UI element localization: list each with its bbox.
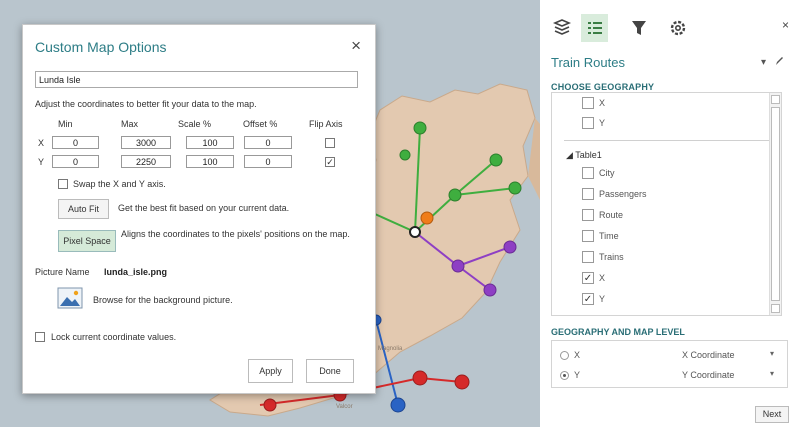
geography-map-level-box: X X Coordinate ▾ Y Y Coordinate ▾ [551,340,788,388]
geo-row-y: Y Y Coordinate ▾ [560,369,782,383]
geo-radio-y[interactable] [560,371,569,380]
field-item[interactable]: Y [582,117,605,129]
field-checkbox[interactable] [582,209,594,221]
chevron-down-icon[interactable]: ▾ [770,349,774,358]
divider [564,140,772,141]
field-label: Passengers [599,189,647,199]
auto-fit-button[interactable]: Auto Fit [58,199,109,219]
scrollbar-thumb[interactable] [771,107,780,301]
field-label: Y [599,294,606,304]
x-scale-field[interactable] [186,136,234,149]
field-checkbox[interactable] [582,188,594,200]
scroll-up-button[interactable] [771,95,780,104]
swap-axis-checkbox[interactable] [58,179,68,189]
custom-map-options-dialog: Custom Map Options × Adjust the coordina… [22,24,376,394]
max-column-header: Max [121,119,139,129]
field-label: Y [599,118,606,128]
offset-column-header: Offset % [243,119,278,129]
auto-fit-description: Get the best fit based on your current d… [118,203,290,213]
y-scale-field[interactable] [186,155,234,168]
field-checkbox[interactable] [582,117,594,129]
map-name-input[interactable] [35,71,358,88]
field-label: X [599,98,606,108]
geo-type-select[interactable]: X Coordinate [682,350,735,360]
close-icon[interactable]: × [351,36,361,56]
layers-icon[interactable] [550,16,574,40]
picture-name-value: lunda_isle.png [104,267,168,277]
picture-name-label: Picture Name [35,267,90,277]
lock-coordinates-label: Lock current coordinate values. [51,332,177,342]
chevron-down-icon[interactable]: ▾ [761,57,766,68]
field-list: X Y ◢ Table1 City Passengers Route Time … [551,92,782,316]
apply-button[interactable]: Apply [248,359,293,383]
chevron-down-icon[interactable]: ▾ [770,369,774,378]
geography-map-level-header: GEOGRAPHY AND MAP LEVEL [551,327,685,337]
field-item[interactable]: ✓ Y [582,293,605,305]
dialog-title: Custom Map Options [35,39,167,55]
field-item[interactable]: X [582,97,605,109]
field-item[interactable]: City [582,167,615,179]
y-flip-checkbox[interactable]: ✓ [325,157,335,167]
field-checkbox[interactable] [582,97,594,109]
choose-geography-header: CHOOSE GEOGRAPHY [551,82,655,92]
scale-column-header: Scale % [178,119,212,129]
geo-radio-x[interactable] [560,351,569,360]
image-icon[interactable] [57,287,83,309]
y-max-field[interactable] [121,155,171,168]
field-label: X [599,273,606,283]
geo-type-select[interactable]: Y Coordinate [682,370,734,380]
scroll-down-button[interactable] [771,304,780,313]
tab-field-list[interactable] [581,14,608,42]
pixel-space-description: Aligns the coordinates to the pixels' po… [121,229,350,239]
map-place-label: Valcor [336,404,353,410]
next-button[interactable]: Next [755,406,789,423]
field-label: City [599,168,615,178]
y-min-field[interactable] [52,155,99,168]
scrollbar[interactable] [769,93,781,315]
field-list-icon [588,22,602,34]
field-item[interactable]: Passengers [582,188,647,200]
field-checkbox[interactable] [582,251,594,263]
x-max-field[interactable] [121,136,171,149]
geo-field-label: Y [574,370,581,380]
y-offset-field[interactable] [244,155,292,168]
x-min-field[interactable] [52,136,99,149]
geo-row-x: X X Coordinate ▾ [560,349,782,363]
y-row-label: Y [38,157,45,167]
map-place-label: Magnolia [378,346,403,352]
x-offset-field[interactable] [244,136,292,149]
pin-orange [420,211,434,225]
swap-axis-label: Swap the X and Y axis. [73,179,166,189]
selected-pin-marker [409,226,421,238]
lock-coordinates-checkbox[interactable] [35,332,45,342]
field-label: Route [599,210,624,220]
field-checkbox[interactable] [582,230,594,242]
field-checkbox[interactable] [582,167,594,179]
field-item[interactable]: Trains [582,251,624,263]
field-label: Trains [599,252,624,262]
field-checkbox[interactable]: ✓ [582,293,594,305]
field-item[interactable]: Route [582,209,623,221]
field-checkbox[interactable]: ✓ [582,272,594,284]
pencil-icon[interactable] [774,55,784,67]
table-node[interactable]: ◢ Table1 [566,150,602,161]
adjust-instructions: Adjust the coordinates to better fit you… [35,99,257,109]
geo-field-label: X [574,350,581,360]
filter-icon[interactable] [627,16,651,40]
flip-axis-column-header: Flip Axis [309,119,343,129]
field-item[interactable]: ✓ X [582,272,605,284]
gear-icon[interactable] [666,16,690,40]
min-column-header: Min [58,119,73,129]
field-item[interactable]: Time [582,230,619,242]
layer-name[interactable]: Train Routes [551,55,625,70]
browse-background-link[interactable]: Browse for the background picture. [93,295,233,305]
field-label: Time [599,231,619,241]
done-button[interactable]: Done [306,359,354,383]
layer-pane: × Train Routes ▾ CHOOSE GEOGRAPHY X Y ◢ … [540,0,793,427]
x-flip-checkbox[interactable] [325,138,335,148]
x-row-label: X [38,138,45,148]
close-icon[interactable]: × [782,18,789,32]
pixel-space-button[interactable]: Pixel Space [58,230,116,252]
